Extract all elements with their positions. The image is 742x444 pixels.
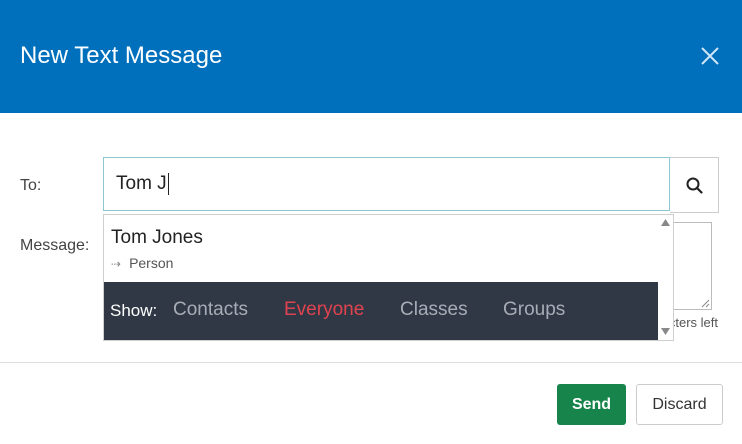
footer-divider: [0, 362, 742, 363]
close-button[interactable]: [698, 44, 722, 68]
filter-everyone[interactable]: Everyone: [284, 299, 364, 321]
dialog-title: New Text Message: [20, 42, 223, 69]
message-label: Message:: [20, 237, 90, 254]
scroll-up-icon[interactable]: [661, 219, 670, 226]
recipient-input-value: Tom J: [116, 173, 167, 194]
dropdown-scrollbar[interactable]: [658, 215, 673, 340]
recipient-input[interactable]: Tom J: [116, 158, 656, 210]
search-button[interactable]: [670, 157, 719, 213]
text-caret: [167, 172, 169, 195]
result-type-label: Person: [129, 255, 174, 271]
search-icon: [686, 177, 703, 194]
filter-bar: Show: Contacts Everyone Classes Groups: [104, 282, 658, 340]
autocomplete-dropdown: Tom Jones ⇢ Person Show: Contacts Everyon…: [103, 214, 674, 341]
result-type: ⇢ Person: [111, 255, 173, 271]
recipient-field[interactable]: Tom J: [103, 157, 670, 211]
message-textarea[interactable]: [672, 222, 712, 310]
filter-groups[interactable]: Groups: [503, 299, 565, 321]
close-icon: [701, 47, 719, 65]
dialog-header: New Text Message: [0, 0, 742, 113]
characters-left-counter: characters left: [674, 315, 718, 330]
scroll-down-icon[interactable]: [661, 328, 670, 335]
show-label: Show:: [110, 301, 158, 320]
resize-handle-icon[interactable]: [701, 299, 710, 308]
to-label: To:: [20, 177, 42, 194]
filter-contacts[interactable]: Contacts: [173, 299, 248, 321]
arrow-right-icon: ⇢: [111, 257, 122, 271]
send-button[interactable]: Send: [557, 384, 626, 425]
filter-classes[interactable]: Classes: [400, 299, 468, 321]
result-name[interactable]: Tom Jones: [111, 227, 203, 249]
discard-button[interactable]: Discard: [636, 384, 723, 425]
